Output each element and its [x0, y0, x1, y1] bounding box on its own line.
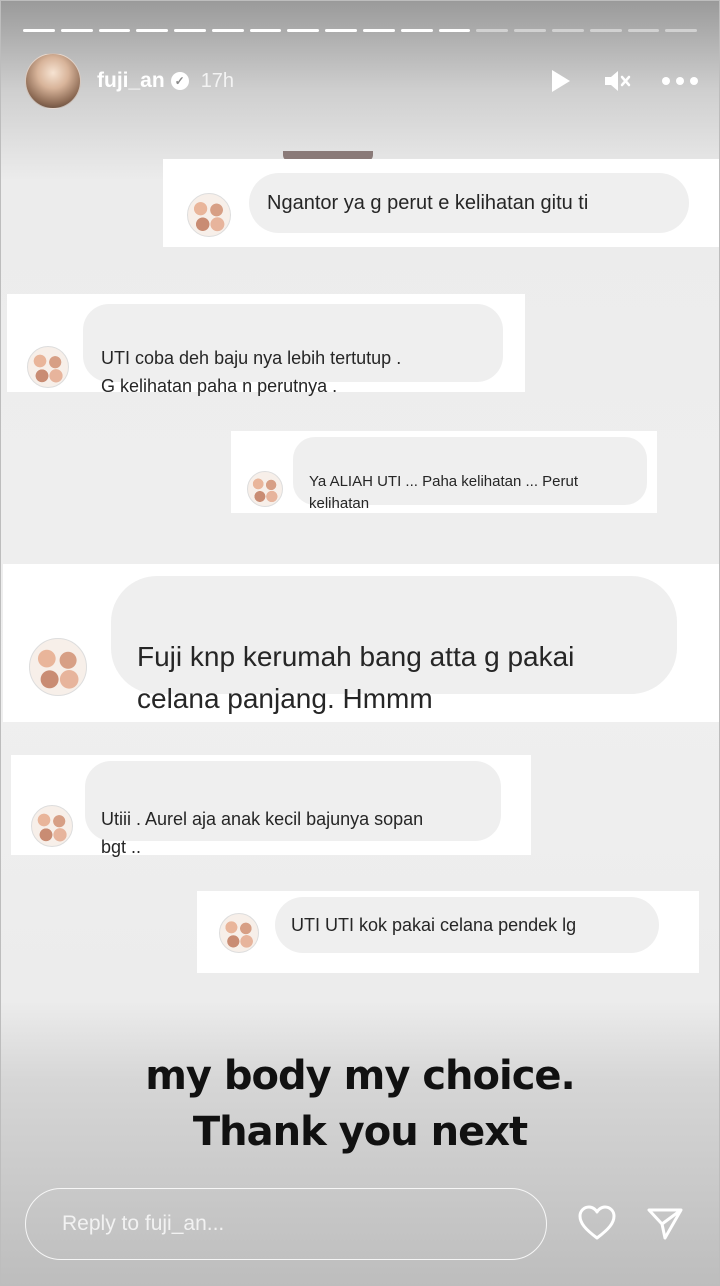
progress-segment — [438, 29, 471, 32]
progress-segment — [325, 29, 358, 32]
progress-segment — [589, 29, 622, 32]
chat-screenshot: Fuji knp kerumah bang atta g pakai celan… — [3, 564, 719, 722]
sender-avatar — [187, 193, 231, 237]
progress-segment — [136, 29, 169, 32]
chat-screenshot: UTI UTI kok pakai celana pendek lg — [197, 891, 699, 973]
username[interactable]: fuji_an — [97, 69, 165, 93]
story-viewer: fuji_an ✓ 17h Ngantor ya g perut e kelih… — [0, 0, 720, 1286]
progress-segment — [249, 29, 282, 32]
message-text: UTI coba deh baju nya lebih tertutup . G… — [101, 348, 402, 396]
message-text: Ya ALIAH UTI ... Paha kelihatan ... Peru… — [309, 473, 579, 512]
message-bubble: Utiii . Aurel aja anak kecil bajunya sop… — [85, 761, 501, 857]
message-text: Utiii . Aurel aja anak kecil bajunya sop… — [101, 809, 424, 857]
progress-segment — [23, 29, 55, 32]
sender-avatar — [247, 471, 283, 507]
progress-segment — [60, 29, 93, 32]
message-bubble: Ya ALIAH UTI ... Paha kelihatan ... Peru… — [293, 437, 647, 512]
verified-badge-icon: ✓ — [170, 72, 189, 90]
message-bubble: UTI UTI kok pakai celana pendek lg — [275, 897, 659, 953]
post-time: 17h — [200, 69, 235, 92]
progress-segment — [363, 29, 395, 32]
play-icon[interactable] — [549, 68, 573, 94]
mute-icon[interactable] — [603, 68, 631, 94]
progress-segment — [476, 29, 509, 32]
progress-segment — [400, 29, 433, 32]
message-text: UTI UTI kok pakai celana pendek lg — [291, 915, 577, 935]
progress-segment — [665, 29, 698, 32]
message-bubble: Fuji knp kerumah bang atta g pakai celan… — [111, 576, 677, 714]
chat-screenshot: Ngantor ya g perut e kelihatan gitu ti — [163, 159, 719, 247]
more-options-icon[interactable] — [661, 76, 699, 86]
reply-input[interactable]: Reply to fuji_an... — [25, 1188, 547, 1260]
chat-screenshot: Utiii . Aurel aja anak kecil bajunya sop… — [11, 755, 531, 857]
send-icon[interactable] — [645, 1204, 685, 1247]
caption-line-1: my body my choice. — [145, 1053, 576, 1099]
caption-line-2: Thank you next — [192, 1109, 528, 1155]
message-bubble: Ngantor ya g perut e kelihatan gitu ti — [249, 173, 689, 233]
sender-avatar — [27, 346, 69, 388]
sender-avatar — [29, 638, 87, 696]
chat-screenshot: Ya ALIAH UTI ... Paha kelihatan ... Peru… — [231, 431, 657, 513]
progress-segment — [627, 29, 660, 32]
progress-segment — [287, 29, 320, 32]
message-bubble: UTI coba deh baju nya lebih tertutup . G… — [83, 304, 503, 396]
progress-segment — [551, 29, 584, 32]
sender-avatar — [31, 805, 73, 847]
story-progress-bar — [23, 29, 698, 32]
sender-avatar — [219, 913, 259, 953]
reply-placeholder: Reply to fuji_an... — [62, 1212, 225, 1235]
progress-segment — [211, 29, 244, 32]
heart-icon[interactable] — [577, 1204, 617, 1247]
story-header: fuji_an ✓ 17h — [25, 53, 699, 109]
progress-segment — [98, 29, 131, 32]
chat-screenshot: UTI coba deh baju nya lebih tertutup . G… — [7, 294, 525, 396]
progress-segment — [514, 29, 546, 32]
progress-segment — [174, 29, 206, 32]
message-text: Fuji knp kerumah bang atta g pakai celan… — [137, 641, 575, 714]
profile-avatar[interactable] — [25, 53, 81, 109]
message-text: Ngantor ya g perut e kelihatan gitu ti — [267, 192, 589, 214]
